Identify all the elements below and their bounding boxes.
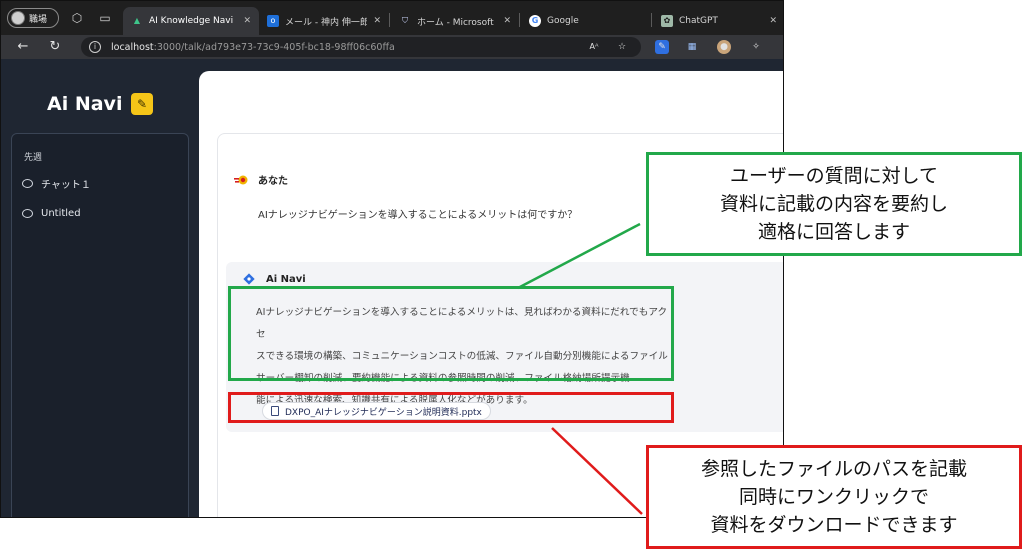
favorite-star-icon[interactable]: ☆	[615, 40, 629, 54]
chatgpt-favicon-icon: ✿	[661, 15, 673, 27]
close-tab-icon[interactable]: ✕	[243, 16, 251, 26]
tab-bar: 職場 ⬡ ▭ ▲ AI Knowledge Navi ✕ o メール - 神内 …	[1, 1, 783, 35]
tab-separator	[389, 13, 390, 27]
close-tab-icon[interactable]: ✕	[769, 16, 777, 26]
google-favicon-icon: G	[529, 15, 541, 27]
tab-mail[interactable]: o メール - 神内 伸一郎 - ✕	[259, 7, 389, 35]
chat-bubble-icon	[22, 179, 33, 188]
ai-diamond-icon	[243, 273, 255, 285]
browser-window: 職場 ⬡ ▭ ▲ AI Knowledge Navi ✕ o メール - 神内 …	[0, 0, 784, 518]
callout-line: 参照したファイルのパスを記載	[700, 458, 967, 480]
tab-title: AI Knowledge Navi	[149, 16, 234, 26]
brand-title: Ai Navi	[47, 93, 123, 115]
file-callout: 参照したファイルのパスを記載 同時にワンクリックで 資料をダウンロードできます	[646, 445, 1022, 549]
chat-history-panel: 先週 チャット１ Untitled	[11, 133, 189, 517]
ai-name: Ai Navi	[266, 273, 306, 285]
callout-line: 資料をダウンロードできます	[710, 514, 958, 536]
sidebar-item-untitled[interactable]: Untitled	[22, 208, 81, 219]
profile-avatar-icon	[11, 11, 25, 25]
url-host: localhost	[111, 41, 154, 53]
callout-line: 適格に回答します	[757, 221, 910, 243]
summary-callout: ユーザーの質問に対して 資料に記載の内容を要約し 適格に回答します	[646, 152, 1022, 256]
answer-highlight-box	[228, 286, 674, 381]
close-tab-icon[interactable]: ✕	[503, 16, 511, 26]
sidebar-item-label: チャット１	[41, 180, 91, 191]
callout-line: 資料に記載の内容を要約し	[719, 193, 948, 215]
callout-line: 同時にワンクリックで	[738, 486, 929, 508]
outlook-favicon-icon: o	[267, 15, 279, 27]
user-avatar-icon	[234, 175, 248, 184]
extension-grid-icon[interactable]: ▦	[685, 40, 699, 54]
profile-label: 職場	[29, 14, 48, 25]
tab-chatgpt[interactable]: ✿ ChatGPT ✕	[653, 7, 783, 35]
user-name: あなた	[258, 176, 288, 187]
shield-favicon-icon: ⛉	[402, 16, 408, 25]
extension-pen-icon[interactable]: ✎	[655, 40, 669, 54]
site-info-icon[interactable]: i	[89, 41, 101, 53]
extension-cookie-icon[interactable]: ●	[717, 40, 731, 54]
reload-icon[interactable]: ↻	[45, 37, 65, 57]
navi-favicon-icon: ▲	[133, 16, 141, 25]
chat-bubble-icon	[22, 209, 33, 218]
address-bar[interactable]: i localhost:3000/talk/ad793e73-73c9-405f…	[81, 37, 641, 57]
ai-message-header: Ai Navi	[242, 272, 306, 286]
tab-actions-icon[interactable]: ▭	[97, 10, 113, 26]
back-arrow-icon[interactable]: ←	[13, 37, 33, 57]
user-question: AIナレッジナビゲーションを導入することによるメリットは何ですか？	[258, 210, 578, 221]
sidebar: Ai Navi ✎ 先週 チャット１ Untitled	[1, 59, 197, 517]
close-tab-icon[interactable]: ✕	[373, 16, 381, 26]
tab-google[interactable]: G Google	[521, 7, 651, 35]
user-message-header: あなた	[234, 172, 288, 187]
tab-ai-knowledge-navi[interactable]: ▲ AI Knowledge Navi ✕	[123, 7, 259, 35]
tab-title: ChatGPT	[679, 16, 718, 26]
tab-title: Google	[547, 16, 579, 26]
read-aloud-icon[interactable]: Aᴬ	[587, 40, 601, 54]
tab-title: ホーム - Microsoft Defe	[417, 17, 497, 28]
sidebar-item-label: Untitled	[41, 208, 81, 219]
address-toolbar: ← ↻ i localhost:3000/talk/ad793e73-73c9-…	[1, 35, 783, 59]
profile-button[interactable]: 職場	[7, 8, 59, 28]
history-section-label: 先週	[24, 153, 43, 163]
extensions-puzzle-icon[interactable]: ✧	[749, 40, 763, 54]
url-path: :3000/talk/ad793e73-73c9-405f-bc18-98ff0…	[153, 41, 395, 53]
tab-separator	[651, 13, 652, 27]
tab-separator	[519, 13, 520, 27]
callout-line: ユーザーの質問に対して	[729, 165, 939, 187]
workspaces-icon[interactable]: ⬡	[69, 10, 85, 26]
url-text: localhost:3000/talk/ad793e73-73c9-405f-b…	[111, 42, 395, 53]
tab-defender[interactable]: ⛉ ホーム - Microsoft Defe ✕	[391, 7, 519, 35]
file-highlight-box	[228, 392, 674, 423]
sidebar-item-chat1[interactable]: チャット１	[22, 176, 91, 191]
new-chat-icon[interactable]: ✎	[131, 93, 153, 115]
tab-title: メール - 神内 伸一郎 -	[285, 17, 368, 28]
